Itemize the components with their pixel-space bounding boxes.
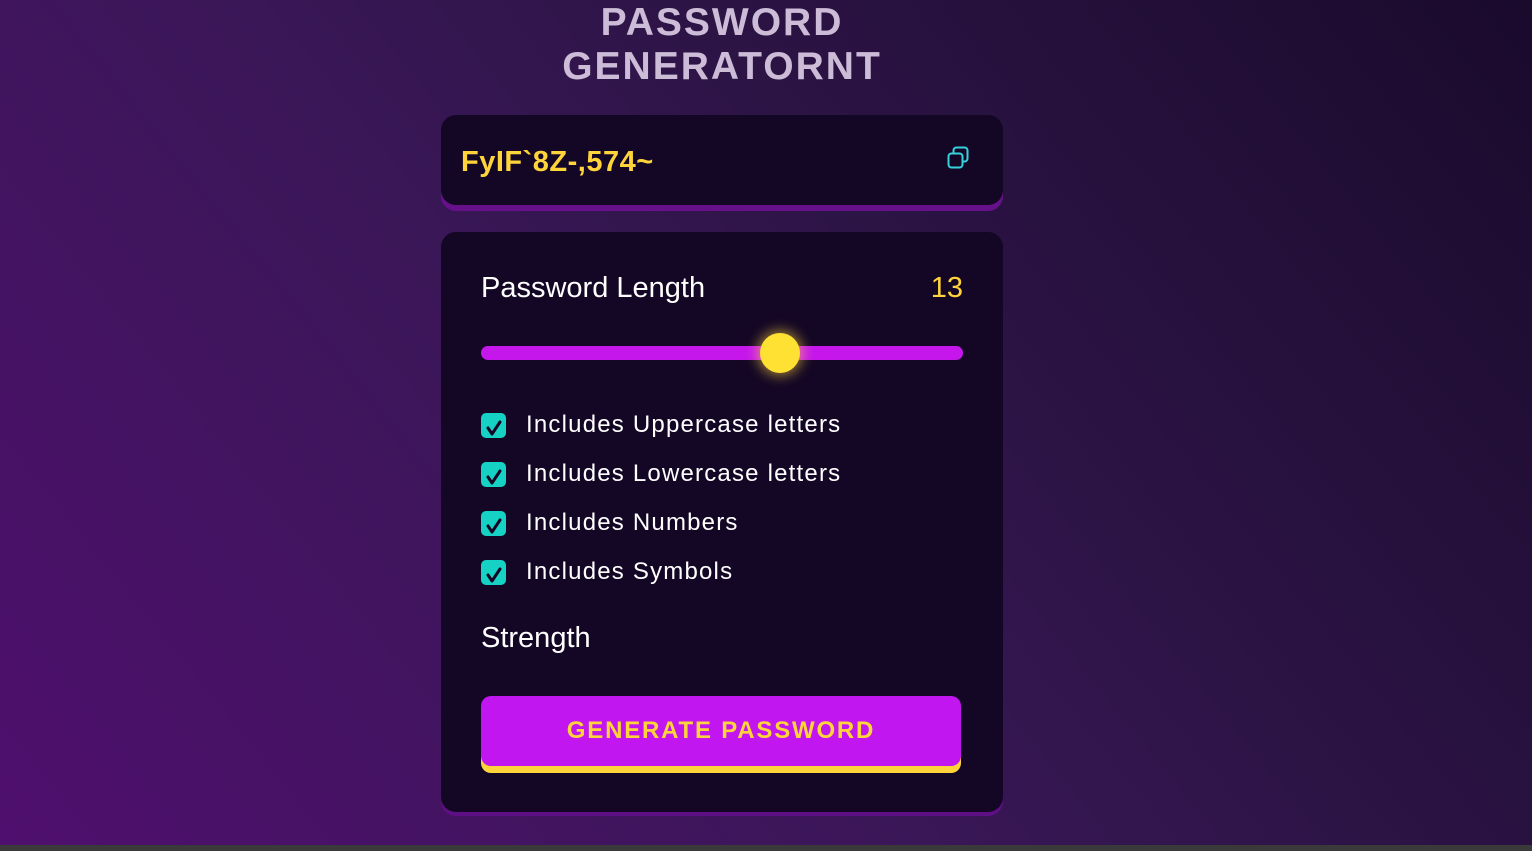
- lowercase-checkbox[interactable]: [481, 461, 506, 487]
- check-icon: [486, 518, 502, 533]
- bottom-edge: [0, 845, 1532, 851]
- password-display: FyIF`8Z-,574~: [441, 115, 1003, 205]
- numbers-checkbox[interactable]: [481, 510, 506, 536]
- length-slider[interactable]: [481, 333, 963, 373]
- symbols-label: Includes Symbols: [526, 558, 734, 585]
- option-symbols[interactable]: Includes Symbols: [481, 557, 733, 587]
- copy-icon: [945, 146, 973, 176]
- symbols-checkbox[interactable]: [481, 559, 506, 585]
- option-uppercase[interactable]: Includes Uppercase letters: [481, 410, 841, 440]
- check-icon: [486, 567, 502, 582]
- strength-label: Strength: [481, 622, 591, 654]
- option-lowercase[interactable]: Includes Lowercase letters: [481, 459, 841, 489]
- slider-thumb[interactable]: [759, 333, 800, 373]
- uppercase-label: Includes Uppercase letters: [526, 411, 842, 438]
- title-line-2: GENERATORNT: [562, 45, 882, 88]
- settings-panel: Password Length 13 Includes Uppercase le…: [441, 232, 1003, 812]
- option-numbers[interactable]: Includes Numbers: [481, 508, 739, 538]
- copy-button[interactable]: [945, 144, 973, 172]
- check-icon: [486, 469, 502, 484]
- password-length-label: Password Length: [481, 272, 706, 304]
- uppercase-checkbox[interactable]: [481, 412, 506, 438]
- title-line-1: PASSWORD: [600, 1, 844, 44]
- check-icon: [486, 420, 502, 435]
- page-title: PASSWORD GENERATORNT: [441, 0, 1003, 89]
- generate-password-button[interactable]: GENERATE PASSWORD: [481, 696, 961, 766]
- password-length-value: 13: [930, 272, 963, 304]
- generated-password[interactable]: FyIF`8Z-,574~: [461, 145, 654, 179]
- numbers-label: Includes Numbers: [526, 509, 739, 536]
- lowercase-label: Includes Lowercase letters: [526, 460, 842, 487]
